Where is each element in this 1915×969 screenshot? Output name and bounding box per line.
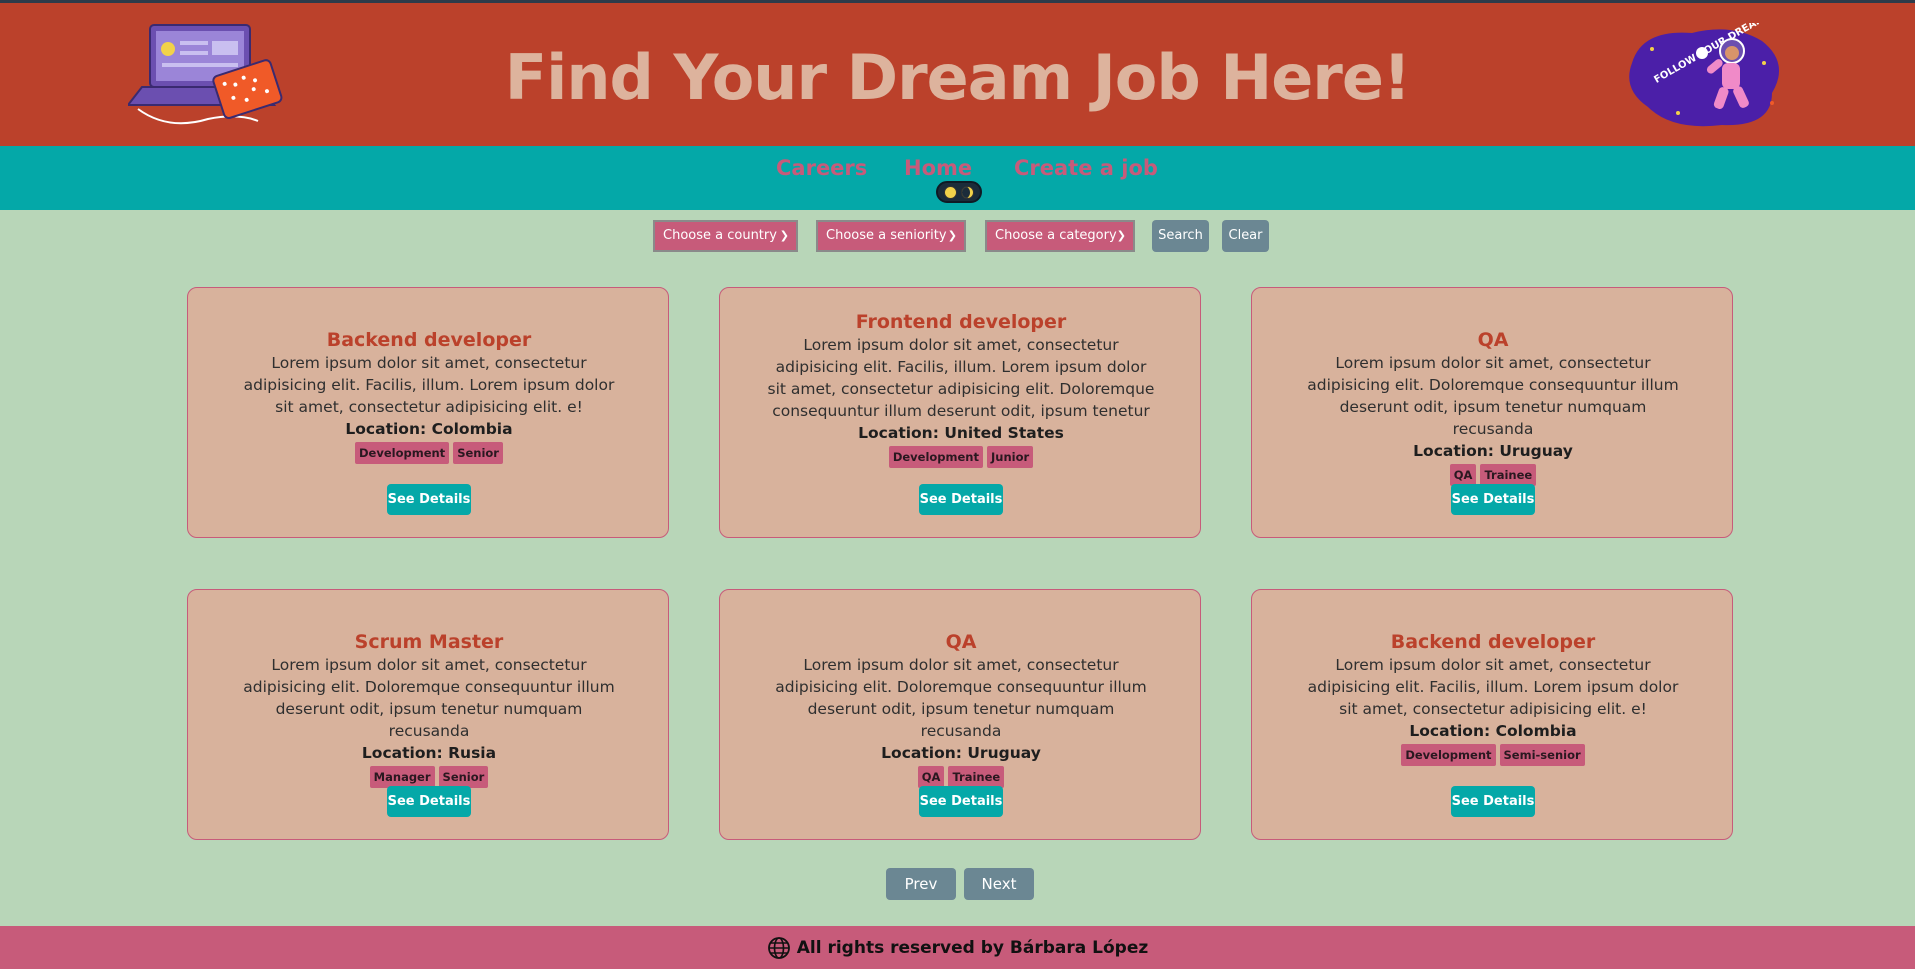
job-tags: QA Trainee [766, 766, 1156, 788]
category-select-label: Choose a category [995, 228, 1117, 243]
category-tag: Development [1401, 744, 1496, 766]
category-tag: QA [917, 766, 945, 788]
job-card: Frontend developer Lorem ipsum dolor sit… [719, 287, 1201, 538]
see-details-button[interactable]: See Details [387, 786, 471, 817]
category-tag: QA [1449, 464, 1477, 486]
nav-link-create-job[interactable]: Create a job [1014, 156, 1158, 180]
nav-link-home[interactable]: Home [904, 156, 972, 180]
category-tag: Development [888, 446, 983, 468]
job-card: Backend developer Lorem ipsum dolor sit … [1251, 589, 1733, 840]
seniority-tag: Senior [453, 442, 503, 464]
see-details-button[interactable]: See Details [1451, 484, 1535, 515]
job-description: Lorem ipsum dolor sit amet, consectetur … [243, 354, 615, 416]
job-description: Lorem ipsum dolor sit amet, consectetur … [767, 336, 1155, 420]
job-location: Location: Rusia [361, 744, 497, 762]
job-location: Location: Colombia [345, 420, 513, 438]
chevron-down-icon: ❯ [779, 229, 789, 242]
country-select-label: Choose a country [663, 228, 777, 243]
job-tags: Manager Senior [234, 766, 624, 788]
see-details-button[interactable]: See Details [387, 484, 471, 515]
job-title: Backend developer [1390, 631, 1596, 653]
search-button[interactable]: Search [1152, 220, 1209, 252]
job-title: Frontend developer [855, 311, 1067, 333]
job-tags: QA Trainee [1298, 464, 1688, 486]
astronaut-sticker-icon: FOLLOW YOUR DREAM! [1629, 23, 1780, 127]
prev-page-button[interactable]: Prev [886, 868, 956, 900]
clear-button[interactable]: Clear [1222, 220, 1269, 252]
job-tags: Development Semi-senior [1298, 744, 1688, 766]
category-select[interactable]: Choose a category ❯ [985, 220, 1135, 252]
job-card: QA Lorem ipsum dolor sit amet, consectet… [719, 589, 1201, 840]
footer-copyright: All rights reserved by Bárbara López [796, 938, 1149, 958]
category-tag: Development [355, 442, 450, 464]
next-page-button[interactable]: Next [964, 868, 1034, 900]
job-description: Lorem ipsum dolor sit amet, consectetur … [775, 656, 1147, 740]
seniority-select[interactable]: Choose a seniority ❯ [816, 220, 966, 252]
job-location: Location: Colombia [1409, 722, 1577, 740]
header: Find Your Dream Job Here! FOLLOW YOUR DR… [0, 0, 1915, 146]
see-details-button[interactable]: See Details [919, 484, 1003, 515]
moon-icon [961, 185, 974, 199]
job-location: Location: Uruguay [881, 744, 1041, 762]
job-title: QA [1477, 329, 1509, 351]
job-title: Backend developer [326, 329, 532, 351]
category-tag: Manager [369, 766, 435, 788]
job-location: Location: Uruguay [1413, 442, 1573, 460]
job-card: QA Lorem ipsum dolor sit amet, consectet… [1251, 287, 1733, 538]
job-location: Location: United States [858, 424, 1064, 442]
job-description: Lorem ipsum dolor sit amet, consectetur … [1307, 656, 1679, 718]
seniority-tag: Trainee [948, 766, 1005, 788]
chevron-down-icon: ❯ [1116, 229, 1126, 242]
country-select[interactable]: Choose a country ❯ [653, 220, 798, 252]
job-title: Scrum Master [354, 631, 504, 653]
sun-icon [944, 185, 957, 199]
see-details-button[interactable]: See Details [919, 786, 1003, 817]
job-description: Lorem ipsum dolor sit amet, consectetur … [1307, 354, 1679, 438]
chevron-down-icon: ❯ [947, 229, 957, 242]
footer: All rights reserved by Bárbara López [0, 926, 1915, 969]
see-details-button[interactable]: See Details [1451, 786, 1535, 817]
seniority-select-label: Choose a seniority [826, 228, 947, 243]
nav-link-careers[interactable]: Careers [776, 156, 867, 180]
seniority-tag: Senior [438, 766, 489, 788]
seniority-tag: Trainee [1480, 464, 1537, 486]
job-title: QA [945, 631, 977, 653]
theme-toggle[interactable] [936, 181, 982, 203]
job-tags: Development Junior [766, 446, 1156, 468]
job-card: Scrum Master Lorem ipsum dolor sit amet,… [187, 589, 669, 840]
seniority-tag: Junior [987, 446, 1034, 468]
job-tags: Development Senior [234, 442, 624, 464]
globe-icon [767, 937, 790, 959]
job-description: Lorem ipsum dolor sit amet, consectetur … [243, 656, 615, 740]
seniority-tag: Semi-senior [1499, 744, 1585, 766]
job-card: Backend developer Lorem ipsum dolor sit … [187, 287, 669, 538]
